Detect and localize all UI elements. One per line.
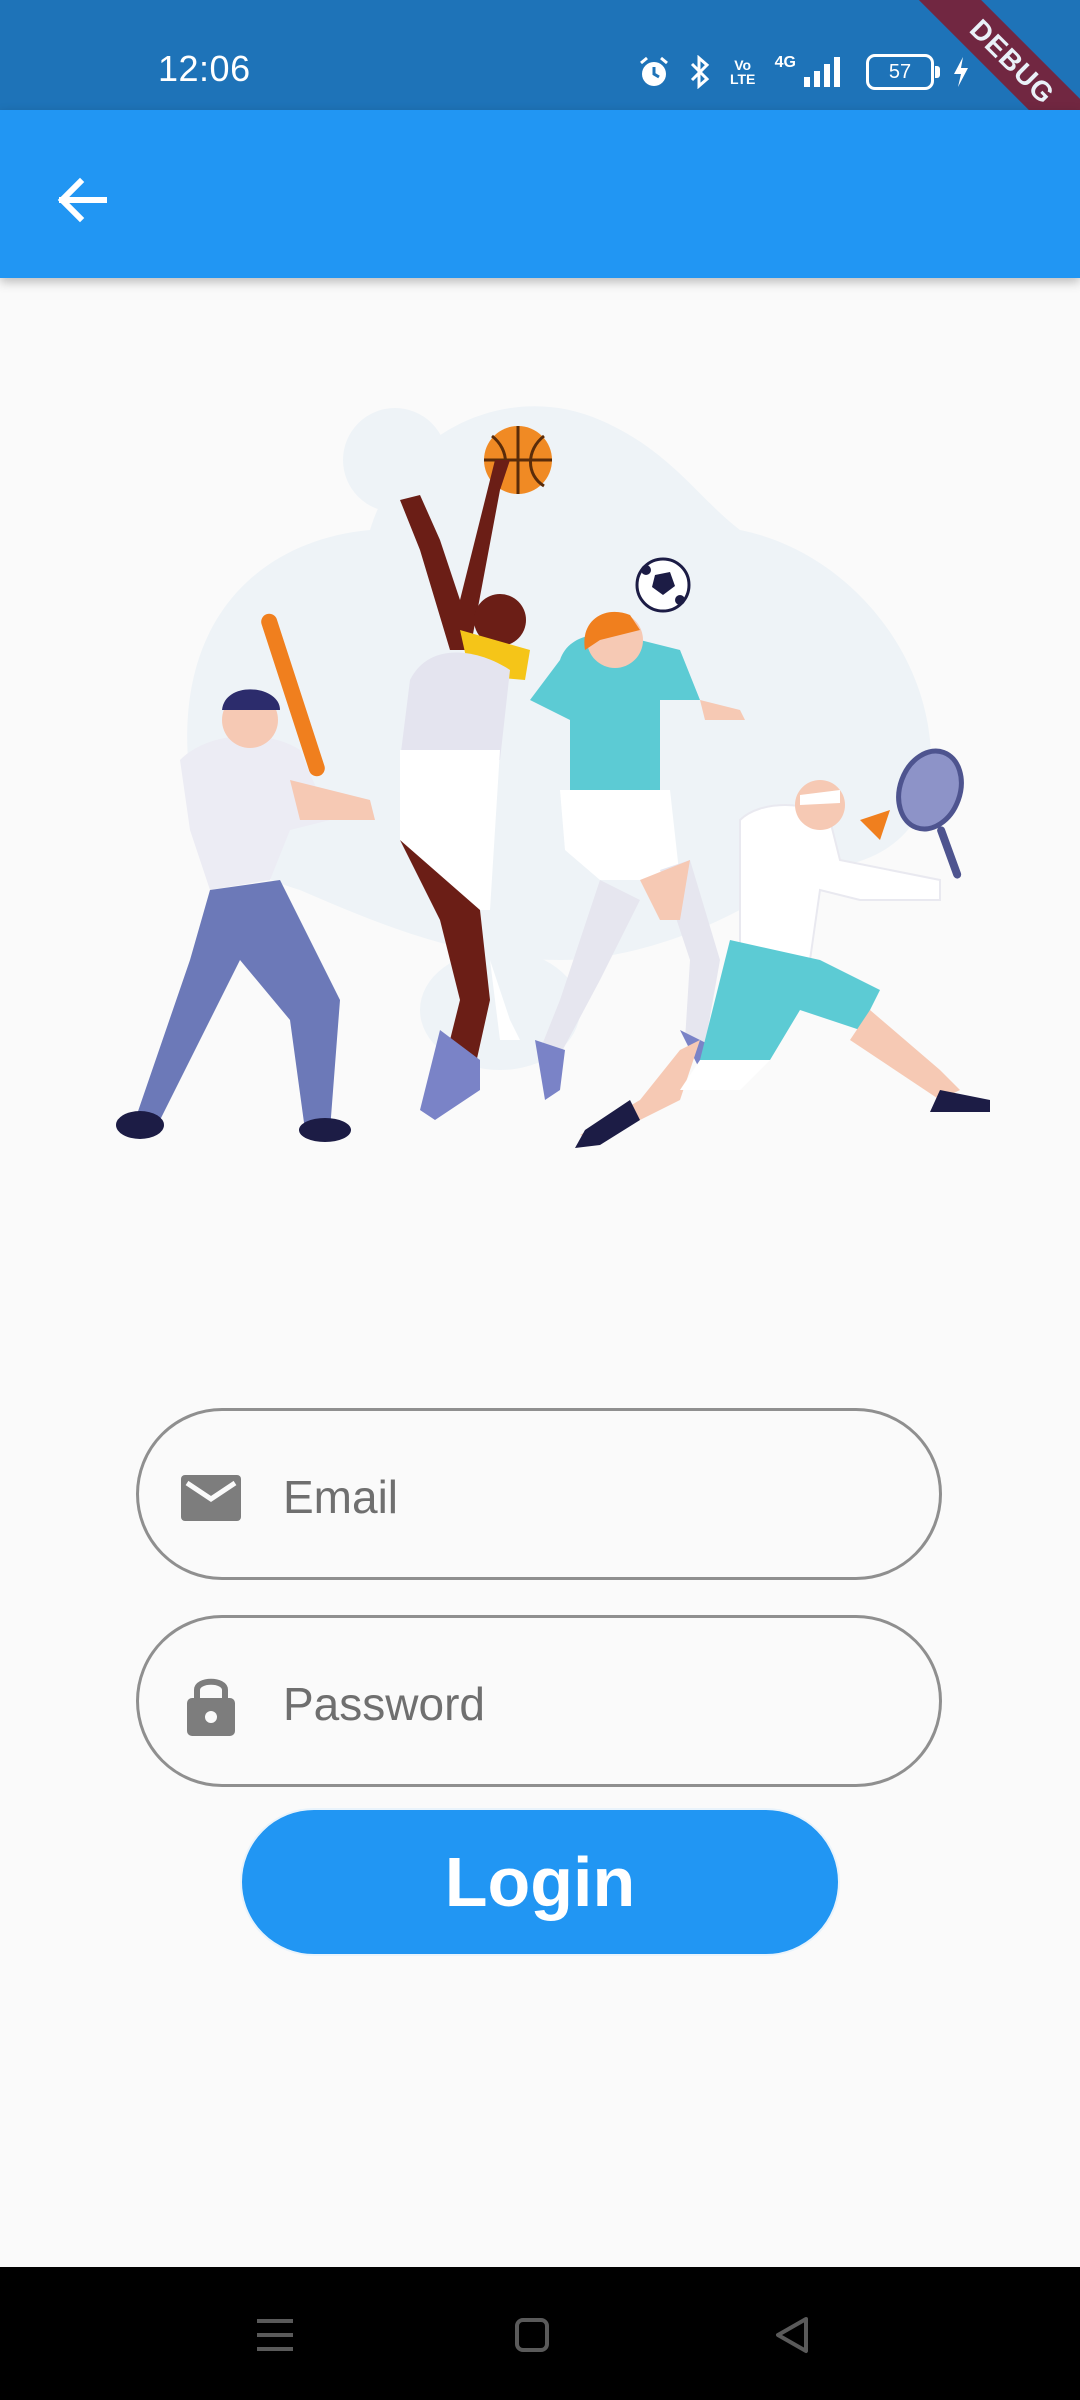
- menu-icon: [257, 2319, 293, 2351]
- soccer-ball: [635, 557, 691, 613]
- menu-button[interactable]: [245, 2305, 305, 2365]
- back-triangle-icon: [776, 2317, 808, 2353]
- back-button[interactable]: [44, 160, 124, 240]
- system-navigation-bar: [0, 2267, 1080, 2400]
- network-type: 4G: [774, 54, 796, 71]
- login-button[interactable]: Login: [240, 1808, 840, 1956]
- charging-icon: [954, 57, 968, 87]
- volte-icon: Vo LTE: [729, 57, 756, 87]
- sports-players-illustration: [116, 406, 990, 1148]
- status-icons: Vo LTE 4G 57: [637, 52, 970, 92]
- signal-icon: [804, 57, 840, 87]
- home-button[interactable]: [502, 2305, 562, 2365]
- status-bar: 12:06 Vo LTE 4G 57 DEBUG: [0, 0, 1080, 170]
- email-input[interactable]: [281, 1451, 905, 1543]
- battery-icon: 57: [866, 54, 940, 90]
- password-input[interactable]: [281, 1658, 905, 1750]
- mail-icon: [181, 1475, 241, 1521]
- lock-icon: [187, 1678, 235, 1736]
- app-bar: [0, 110, 1080, 278]
- status-time: 12:06: [158, 48, 251, 89]
- alarm-icon: [639, 56, 668, 86]
- back-nav-button[interactable]: [762, 2305, 822, 2365]
- home-square-icon: [515, 2318, 549, 2352]
- bluetooth-icon: [690, 55, 709, 89]
- email-field[interactable]: [136, 1408, 942, 1580]
- arrow-left-icon: [57, 177, 107, 223]
- password-field[interactable]: [136, 1615, 942, 1787]
